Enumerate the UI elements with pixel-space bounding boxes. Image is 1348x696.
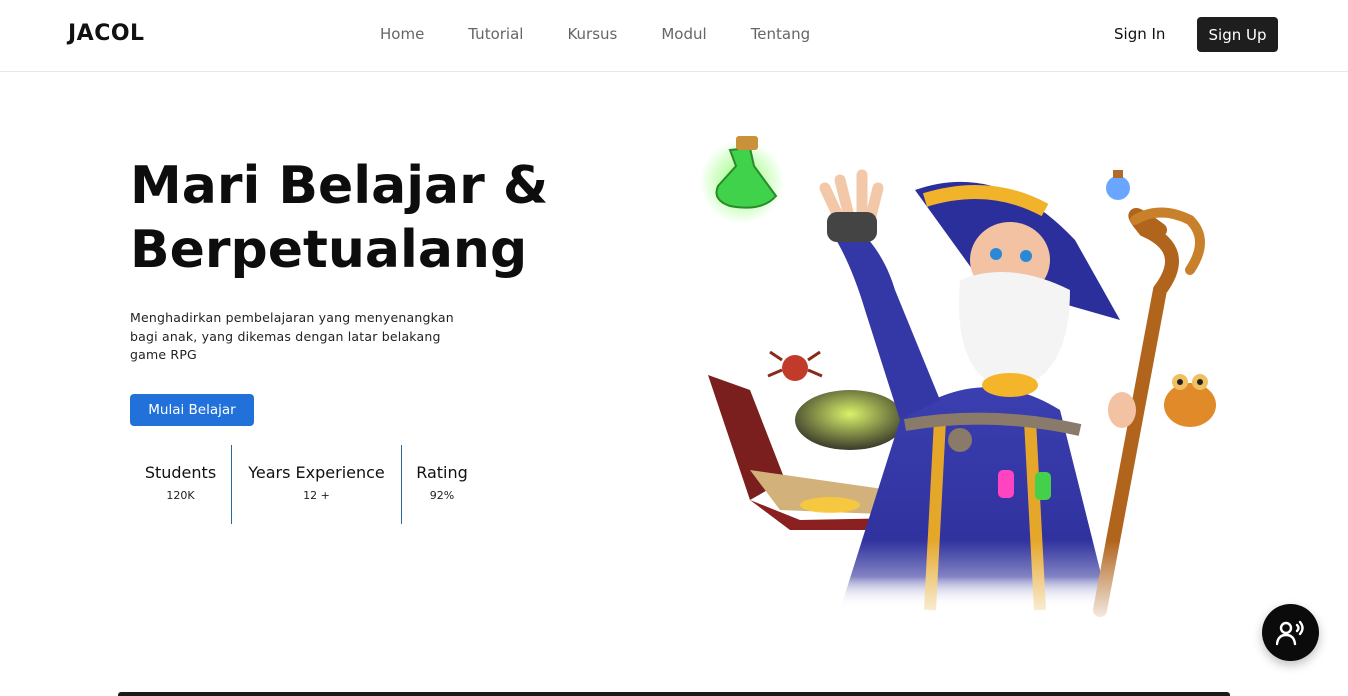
stat-years-experience: Years Experience 12 + (232, 445, 402, 524)
pink-vial-icon (998, 470, 1014, 498)
start-learning-button[interactable]: Mulai Belajar (130, 394, 254, 426)
stat-label: Students (144, 463, 217, 482)
frog-icon (1164, 374, 1216, 427)
stat-value: 92% (429, 489, 455, 502)
cauldron-icon (795, 390, 905, 450)
logo[interactable]: JACOL (68, 21, 145, 46)
voice-assistant-icon (1275, 620, 1304, 645)
next-section-edge (118, 692, 1230, 696)
sign-in-link[interactable]: Sign In (1114, 25, 1165, 43)
sign-up-button[interactable]: Sign Up (1197, 17, 1278, 52)
main-menu: Home Tutorial Kursus Modul Tentang (380, 25, 854, 43)
spider-icon (767, 350, 823, 381)
voice-assistant-button[interactable] (1262, 604, 1319, 661)
nav-tentang[interactable]: Tentang (751, 25, 810, 43)
stat-value: 120K (166, 489, 195, 502)
nav-tutorial[interactable]: Tutorial (468, 25, 523, 43)
nav-modul[interactable]: Modul (661, 25, 706, 43)
hero-title-line-2: Berpetualang (130, 220, 528, 280)
hero-description: Menghadirkan pembelajaran yang menyenang… (130, 310, 454, 362)
wizard-illustration (690, 136, 1250, 630)
hero-title: Mari Belajar & Berpetualang (130, 154, 580, 282)
nav-home[interactable]: Home (380, 25, 424, 43)
green-potion-icon (700, 136, 784, 224)
stat-value: 12 + (303, 489, 330, 502)
nav-kursus[interactable]: Kursus (567, 25, 617, 43)
hero-title-line-1: Mari Belajar & (130, 156, 549, 216)
top-navbar: JACOL Home Tutorial Kursus Modul Tentang… (0, 0, 1348, 72)
stats-row: Students 120K Years Experience 12 + Rati… (130, 445, 482, 524)
blue-potion-icon (1106, 170, 1130, 200)
stat-students: Students 120K (130, 445, 232, 524)
stat-label: Rating (416, 463, 468, 482)
stat-label: Years Experience (248, 463, 385, 482)
green-vial-icon (1035, 472, 1051, 500)
stat-rating: Rating 92% (402, 445, 482, 524)
